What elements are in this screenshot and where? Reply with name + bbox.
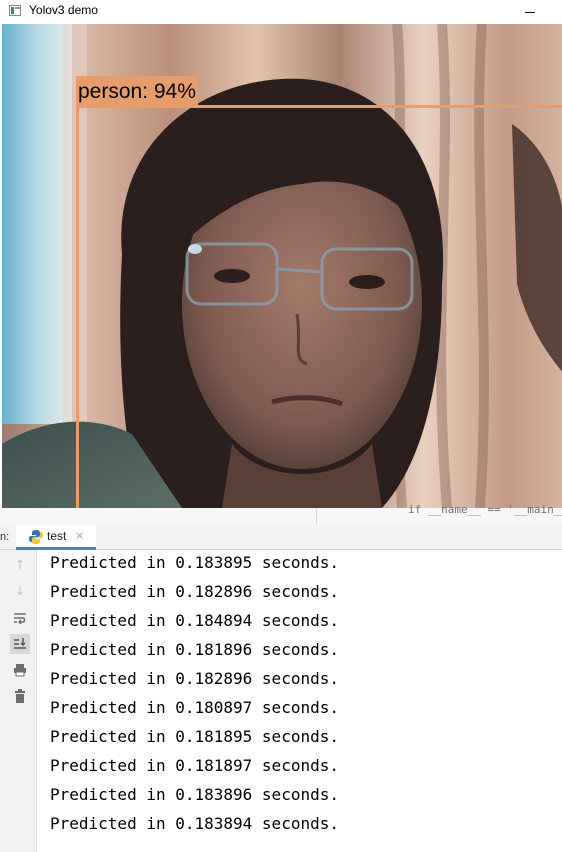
run-tab-test[interactable]: test × bbox=[16, 525, 96, 549]
arrow-up-icon[interactable]: ↑ bbox=[10, 556, 30, 576]
console-line: Predicted in 0.180897 seconds. bbox=[50, 698, 339, 717]
console-line: Predicted in 0.183894 seconds. bbox=[50, 814, 339, 833]
console-output: Predicted in 0.183895 seconds. Predicted… bbox=[50, 548, 339, 838]
trash-icon[interactable] bbox=[10, 686, 30, 706]
console-line: Predicted in 0.181896 seconds. bbox=[50, 640, 339, 659]
console-line: Predicted in 0.183896 seconds. bbox=[50, 785, 339, 804]
console-line: Predicted in 0.181897 seconds. bbox=[50, 756, 339, 775]
code-snippet: if __name__ == '__main__' bbox=[408, 503, 562, 516]
yolo-demo-window: Yolov3 demo person: 94% bbox=[0, 0, 562, 510]
close-icon[interactable]: × bbox=[75, 529, 84, 542]
console-line: Predicted in 0.182896 seconds. bbox=[50, 669, 339, 688]
console-line: Predicted in 0.183895 seconds. bbox=[50, 553, 339, 572]
window-title: Yolov3 demo bbox=[29, 3, 98, 17]
run-prefix: n: bbox=[0, 531, 10, 543]
arrow-down-icon[interactable]: ↓ bbox=[10, 582, 30, 602]
print-icon[interactable] bbox=[10, 660, 30, 680]
console-line: Predicted in 0.181895 seconds. bbox=[50, 727, 339, 746]
scroll-to-end-icon[interactable] bbox=[10, 634, 30, 654]
python-icon bbox=[29, 530, 43, 544]
run-panel-header: n: test × bbox=[0, 525, 562, 550]
soft-wrap-icon[interactable] bbox=[10, 608, 30, 628]
console-line: Predicted in 0.182896 seconds. bbox=[50, 582, 339, 601]
detection-bounding-box bbox=[76, 105, 562, 508]
console-line: Predicted in 0.184894 seconds. bbox=[50, 611, 339, 630]
video-frame: person: 94% bbox=[0, 24, 562, 508]
run-toolbar: ↑ ↓ bbox=[0, 550, 37, 852]
detection-label: person: 94% bbox=[76, 76, 198, 107]
run-tab-label: test bbox=[47, 529, 67, 543]
minimize-icon[interactable] bbox=[523, 3, 537, 19]
editor-divider bbox=[316, 508, 317, 525]
app-window-icon bbox=[9, 5, 21, 16]
window-titlebar[interactable]: Yolov3 demo bbox=[0, 0, 562, 24]
